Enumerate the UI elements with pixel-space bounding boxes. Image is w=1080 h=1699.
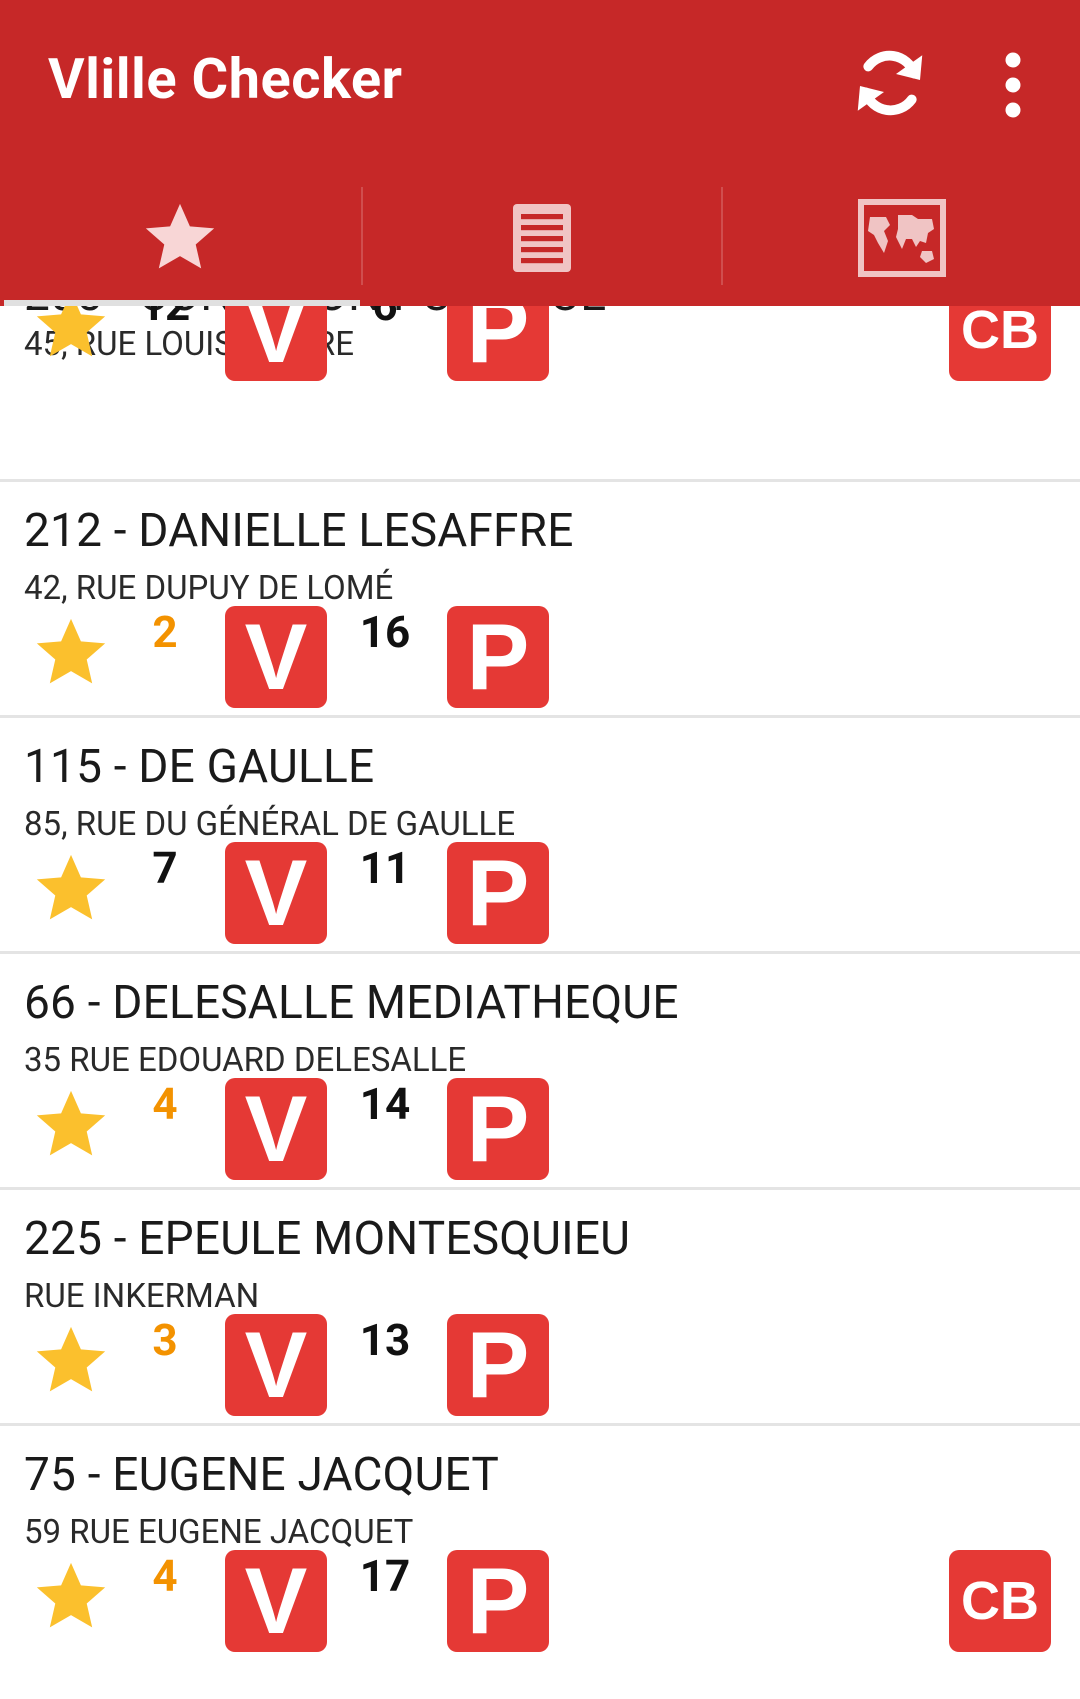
tab-bar xyxy=(0,175,1080,306)
favorite-star-icon[interactable] xyxy=(30,1556,112,1638)
places-count: 16 xyxy=(359,606,411,658)
bikes-badge: V xyxy=(225,1312,327,1417)
bikes-badge: V xyxy=(225,840,327,945)
station-name: 66 - DELESALLE MEDIATHEQUE xyxy=(24,976,679,1030)
map-icon xyxy=(858,198,946,277)
station-address: RUE INKERMAN xyxy=(24,1277,260,1316)
bikes-count: 4 xyxy=(152,1550,178,1602)
bikes-count: 7 xyxy=(152,842,178,894)
app-title: Vlille Checker xyxy=(48,46,403,112)
station-item[interactable]: 75 - EUGENE JACQUET 59 RUE EUGENE JACQUE… xyxy=(0,1426,1080,1662)
places-count: 11 xyxy=(359,842,411,894)
favorite-star-icon[interactable] xyxy=(30,1320,112,1402)
places-badge: P xyxy=(447,1076,549,1181)
station-name: 115 - DE GAULLE xyxy=(24,740,375,794)
card-payment-badge: CB xyxy=(949,1550,1051,1652)
bikes-count: 2 xyxy=(152,606,178,658)
station-name: 212 - DANIELLE LESAFFRE xyxy=(24,504,574,558)
star-icon xyxy=(145,203,215,268)
places-badge: P xyxy=(447,1548,549,1653)
favorite-star-icon[interactable] xyxy=(30,1084,112,1166)
bikes-count: 3 xyxy=(152,1314,178,1366)
station-item[interactable]: 225 - EPEULE MONTESQUIEU RUE INKERMAN 3 … xyxy=(0,1190,1080,1426)
bikes-count: 4 xyxy=(152,1078,178,1130)
places-count: 17 xyxy=(359,1550,411,1602)
station-item[interactable]: 205 - CONDITION PUBLIQUE 45, RUE LOUIS D… xyxy=(0,268,1080,482)
more-options-icon[interactable] xyxy=(988,50,1038,120)
bikes-badge: V xyxy=(225,1076,327,1181)
places-badge: P xyxy=(447,1312,549,1417)
places-count: 13 xyxy=(359,1314,411,1366)
station-item[interactable]: 115 - DE GAULLE 85, RUE DU GÉNÉRAL DE GA… xyxy=(0,718,1080,954)
places-badge: P xyxy=(447,840,549,945)
favorite-star-icon[interactable] xyxy=(30,848,112,930)
station-name: 75 - EUGENE JACQUET xyxy=(24,1448,499,1502)
bikes-badge: V xyxy=(225,604,327,709)
station-name: 225 - EPEULE MONTESQUIEU xyxy=(24,1212,631,1266)
places-badge: P xyxy=(447,604,549,709)
station-address: 42, RUE DUPUY DE LOMÉ xyxy=(24,569,394,608)
tab-favorites[interactable] xyxy=(0,175,360,300)
station-item[interactable]: 66 - DELESALLE MEDIATHEQUE 35 RUE EDOUAR… xyxy=(0,954,1080,1190)
tab-indicator xyxy=(4,300,360,306)
station-list: 205 - CONDITION PUBLIQUE 45, RUE LOUIS D… xyxy=(0,268,1080,1662)
refresh-icon[interactable] xyxy=(845,38,935,128)
station-item[interactable]: 212 - DANIELLE LESAFFRE 42, RUE DUPUY DE… xyxy=(0,482,1080,718)
tab-list[interactable] xyxy=(362,175,722,300)
app-bar: Vlille Checker xyxy=(0,0,1080,306)
favorite-star-icon[interactable] xyxy=(30,612,112,694)
station-address: 59 RUE EUGENE JACQUET xyxy=(24,1513,414,1552)
places-count: 14 xyxy=(359,1078,411,1130)
tab-map[interactable] xyxy=(722,175,1080,300)
bikes-badge: V xyxy=(225,1548,327,1653)
list-icon xyxy=(513,203,571,272)
